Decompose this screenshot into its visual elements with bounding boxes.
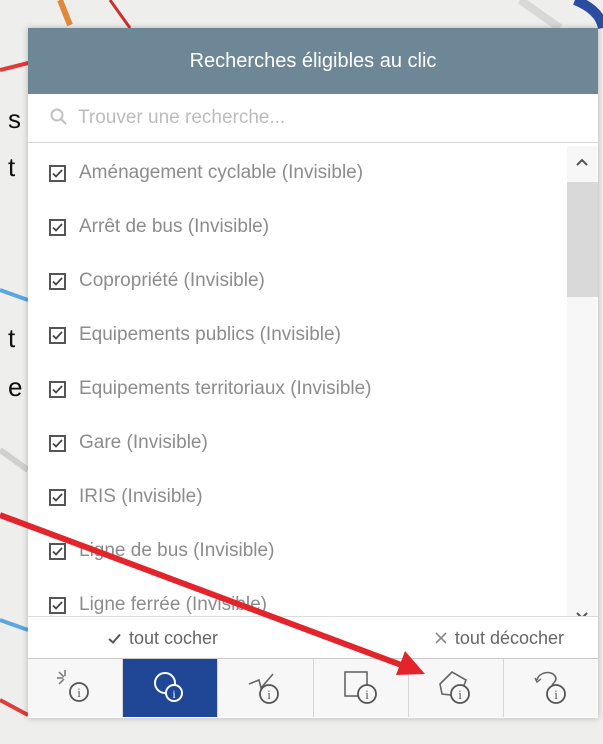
list-item-label: Equipements territoriaux (Invisible) (79, 378, 372, 399)
search-row (28, 94, 598, 143)
list-item-label: Ligne de bus (Invisible) (79, 540, 275, 561)
svg-text:i: i (458, 687, 462, 702)
list-item[interactable]: Arrêt de bus (Invisible) (28, 200, 568, 254)
polygon-info-icon: i (438, 671, 470, 704)
checkbox-checked[interactable] (49, 380, 66, 398)
list-item-label: IRIS (Invisible) (79, 486, 203, 507)
check-icon (108, 628, 121, 649)
list-item-label: Gare (Invisible) (79, 432, 208, 453)
circle-info-icon: i (154, 672, 184, 702)
tool-circle-info[interactable]: i (123, 659, 219, 717)
svg-text:i: i (77, 685, 81, 700)
background-text: s (8, 104, 21, 134)
close-icon (435, 628, 447, 649)
panel-title: Recherches éligibles au clic (189, 49, 437, 72)
check-icon (52, 384, 63, 394)
list-item[interactable]: Gare (Invisible) (28, 416, 568, 470)
background-text: e (8, 372, 23, 402)
search-icon (50, 108, 68, 131)
checkbox-checked[interactable] (49, 218, 66, 236)
tool-click-info[interactable]: i (28, 659, 124, 717)
checkbox-checked[interactable] (49, 434, 66, 452)
checkbox-checked[interactable] (49, 542, 66, 560)
checkbox-checked[interactable] (49, 164, 66, 182)
uncheck-all-button[interactable]: tout décocher (336, 617, 598, 659)
tool-rectangle-info[interactable]: i (314, 659, 409, 717)
list-item-label: Arrêt de bus (Invisible) (79, 216, 270, 237)
check-icon (52, 600, 63, 610)
list-item-label: Ligne ferrée (Invisible) (79, 594, 267, 615)
search-input[interactable] (76, 102, 560, 134)
svg-text:i: i (365, 687, 369, 702)
checkbox-checked[interactable] (49, 326, 66, 344)
chevron-up-icon[interactable] (575, 154, 589, 172)
checkbox-checked[interactable] (49, 272, 66, 290)
uncheck-all-label: tout décocher (454, 627, 564, 648)
rectangle-info-icon: i (343, 671, 377, 704)
check-icon (52, 492, 63, 502)
checkbox-checked[interactable] (49, 488, 66, 506)
list-item[interactable]: Copropriété (Invisible) (28, 254, 568, 308)
search-panel: Recherches éligibles au clic Aménagement… (28, 28, 598, 718)
list-scrollbar[interactable] (567, 146, 598, 634)
tool-line-info[interactable]: i (218, 659, 314, 717)
scrollbar-thumb[interactable] (567, 182, 598, 297)
list-item[interactable]: Aménagement cyclable (Invisible) (28, 146, 568, 200)
svg-text:i: i (554, 687, 558, 702)
list-item[interactable]: Equipements publics (Invisible) (28, 308, 568, 362)
check-icon (52, 330, 63, 340)
check-icon (52, 276, 63, 286)
check-icon (52, 168, 63, 178)
background-text: t (8, 323, 16, 353)
selection-tools: i i i i i i (28, 658, 598, 717)
panel-header: Recherches éligibles au clic (28, 28, 598, 94)
click-info-icon: i (57, 670, 89, 702)
list-item[interactable]: IRIS (Invisible) (28, 470, 568, 524)
list-item-label: Copropriété (Invisible) (79, 270, 265, 291)
list-item-label: Aménagement cyclable (Invisible) (79, 162, 364, 183)
check-icon (52, 438, 63, 448)
check-all-button[interactable]: tout cocher (28, 617, 336, 659)
tool-freehand-info[interactable]: i (504, 659, 598, 717)
list-item[interactable]: Ligne de bus (Invisible) (28, 524, 568, 578)
check-all-label: tout cocher (129, 627, 219, 648)
list-item[interactable]: Equipements territoriaux (Invisible) (28, 362, 568, 416)
bulk-actions: tout cocher tout décocher (28, 616, 598, 659)
background-text: t (8, 152, 16, 182)
freehand-info-icon: i (534, 671, 566, 704)
search-list: Aménagement cyclable (Invisible) Arrêt d… (28, 146, 568, 632)
check-icon (52, 546, 63, 556)
check-icon (52, 222, 63, 232)
svg-text:i: i (268, 687, 272, 702)
checkbox-checked[interactable] (49, 596, 66, 614)
search-list-area: Aménagement cyclable (Invisible) Arrêt d… (28, 146, 598, 634)
line-info-icon: i (249, 673, 280, 704)
list-item-label: Equipements publics (Invisible) (79, 324, 341, 345)
tool-polygon-info[interactable]: i (409, 659, 504, 717)
